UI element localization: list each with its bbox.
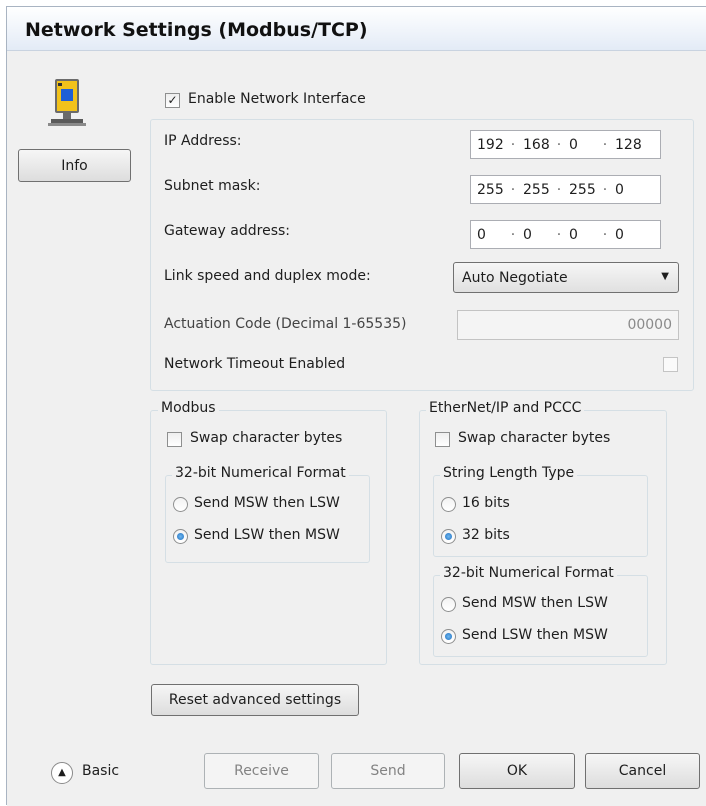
ip-octet-3: 0 [569, 136, 578, 153]
modbus-swap-checkbox[interactable] [167, 432, 182, 447]
send-button[interactable]: Send [331, 753, 445, 789]
enable-network-label: Enable Network Interface [188, 91, 366, 107]
modbus-msw-radio[interactable] [173, 497, 188, 512]
string-16bits-radio[interactable] [441, 497, 456, 512]
actuation-code-field[interactable]: 00000 [457, 310, 679, 340]
gateway-octet-3: 0 [569, 226, 578, 243]
modbus-swap-label: Swap character bytes [190, 430, 343, 446]
ethernetip-swap-label: Swap character bytes [458, 430, 611, 446]
subnet-mask-field[interactable]: 255 · 255 · 255 · 0 [470, 175, 661, 204]
subnet-mask-label: Subnet mask: [164, 178, 261, 194]
receive-button[interactable]: Receive [204, 753, 319, 789]
subnet-octet-2: 255 [523, 181, 550, 198]
string-32bits-radio[interactable] [441, 529, 456, 544]
device-icon [48, 79, 86, 126]
ethernetip-lsw-radio[interactable] [441, 629, 456, 644]
ip-octet-4: 128 [615, 136, 642, 153]
title-bar: Network Settings (Modbus/TCP) [7, 7, 706, 51]
gateway-octet-1: 0 [477, 226, 486, 243]
network-timeout-checkbox[interactable] [663, 357, 678, 372]
modbus-lsw-label: Send LSW then MSW [194, 527, 340, 543]
window-title: Network Settings (Modbus/TCP) [25, 19, 368, 41]
ethernetip-msw-label: Send MSW then LSW [462, 595, 608, 611]
string-32bits-label: 32 bits [462, 527, 510, 543]
string-length-group [433, 475, 648, 557]
actuation-code-label: Actuation Code (Decimal 1-65535) [164, 316, 407, 332]
ip-octet-2: 168 [523, 136, 550, 153]
network-timeout-label: Network Timeout Enabled [164, 356, 346, 372]
enable-network-checkbox[interactable]: ✓ [165, 93, 180, 108]
modbus-msw-label: Send MSW then LSW [194, 495, 340, 511]
modbus-format-group [165, 475, 370, 563]
network-panel [150, 119, 694, 391]
subnet-octet-4: 0 [615, 181, 624, 198]
string-16bits-label: 16 bits [462, 495, 510, 511]
ethernetip-format-group [433, 575, 648, 657]
reset-advanced-settings-button[interactable]: Reset advanced settings [151, 684, 359, 716]
link-speed-dropdown[interactable]: Auto Negotiate ▼ [453, 262, 679, 293]
info-button[interactable]: Info [18, 149, 131, 182]
gateway-octet-2: 0 [523, 226, 532, 243]
cancel-button[interactable]: Cancel [585, 753, 700, 789]
ok-button[interactable]: OK [459, 753, 575, 789]
ethernetip-msw-radio[interactable] [441, 597, 456, 612]
ethernetip-lsw-label: Send LSW then MSW [462, 627, 608, 643]
gateway-octet-4: 0 [615, 226, 624, 243]
modbus-group-title: Modbus [158, 400, 219, 416]
modbus-format-title: 32-bit Numerical Format [172, 465, 349, 481]
subnet-octet-1: 255 [477, 181, 504, 198]
link-speed-value: Auto Negotiate [462, 269, 568, 286]
network-settings-window: Network Settings (Modbus/TCP) Info ✓ Ena… [6, 6, 706, 806]
ip-octet-1: 192 [477, 136, 504, 153]
basic-label[interactable]: Basic [82, 763, 119, 779]
ip-address-field[interactable]: 192 · 168 · 0 · 128 [470, 130, 661, 159]
dropdown-arrow-icon: ▼ [661, 271, 669, 282]
gateway-address-field[interactable]: 0 · 0 · 0 · 0 [470, 220, 661, 249]
modbus-lsw-radio[interactable] [173, 529, 188, 544]
ip-address-label: IP Address: [164, 133, 242, 149]
string-length-title: String Length Type [440, 465, 578, 481]
gateway-address-label: Gateway address: [164, 223, 291, 239]
subnet-octet-3: 255 [569, 181, 596, 198]
collapse-up-icon[interactable]: ▲ [51, 762, 73, 784]
ethernetip-swap-checkbox[interactable] [435, 432, 450, 447]
ethernetip-group-title: EtherNet/IP and PCCC [426, 400, 585, 416]
ethernetip-format-title: 32-bit Numerical Format [440, 565, 617, 581]
link-speed-label: Link speed and duplex mode: [164, 268, 371, 284]
